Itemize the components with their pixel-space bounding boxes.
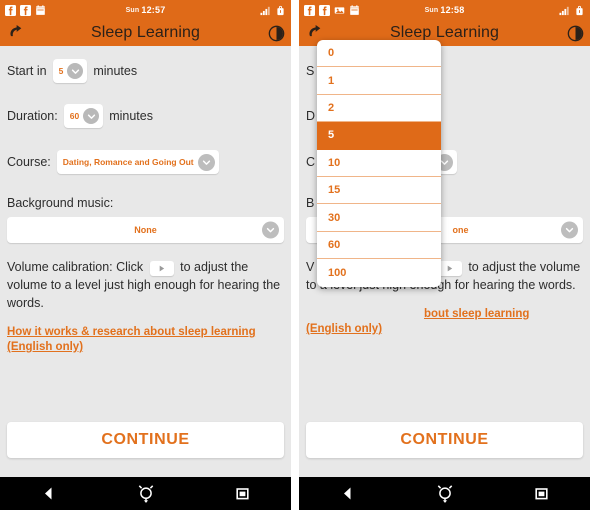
nav-home-icon[interactable] — [97, 484, 194, 503]
start-in-unit: minutes — [93, 64, 138, 78]
background-music-value: one — [452, 225, 469, 235]
dropdown-option[interactable]: 10 — [317, 150, 441, 177]
volume-calibration-text: Volume calibration: Click to adjust the … — [7, 258, 284, 312]
panel-divider — [291, 0, 299, 510]
nav-recents-icon[interactable] — [194, 486, 291, 501]
phone-screen-right: Sun 12:58 Sleep Learning S D C B one V t… — [299, 0, 590, 510]
settings-form: Start in 5 minutes Duration: 60 minutes … — [0, 59, 291, 458]
android-nav-bar — [299, 477, 590, 510]
chevron-down-icon[interactable] — [67, 63, 84, 79]
status-bar-right-icons — [559, 0, 585, 20]
course-value: Dating, Romance and Going Out — [62, 157, 194, 167]
status-bar-day: Sun — [424, 6, 439, 14]
chevron-down-icon[interactable] — [561, 221, 578, 239]
phone-screen-left: Sun 12:57 Sleep Learning Start in 5 minu… — [0, 0, 291, 510]
status-bar: Sun 12:58 — [299, 0, 590, 20]
chevron-down-icon[interactable] — [262, 221, 279, 239]
dropdown-option[interactable]: 15 — [317, 177, 441, 205]
info-link-line1: bout sleep learning — [424, 308, 530, 320]
start-in-spinner[interactable]: 5 — [52, 59, 88, 83]
course-label: Course: — [7, 155, 51, 169]
chevron-down-icon[interactable] — [197, 153, 215, 171]
duration-unit: minutes — [109, 109, 153, 123]
nav-back-icon[interactable] — [0, 486, 97, 501]
dropdown-option[interactable]: 1 — [317, 67, 441, 95]
battery-icon — [574, 5, 585, 16]
dropdown-option[interactable]: 0 — [317, 40, 441, 68]
sleep-learning-info-link[interactable]: How it works & research about sleep lear… — [7, 325, 284, 355]
status-bar-time: 12:58 — [440, 5, 465, 15]
back-arrow-icon[interactable] — [6, 22, 28, 44]
signal-icon — [559, 5, 570, 16]
play-icon[interactable] — [437, 261, 462, 276]
course-label: C — [306, 155, 316, 169]
android-nav-bar — [0, 477, 291, 510]
play-icon[interactable] — [149, 261, 174, 276]
dropdown-option[interactable]: 2 — [317, 95, 441, 123]
duration-label: Duration: — [7, 109, 58, 123]
status-bar-day: Sun — [125, 6, 140, 14]
background-music-label: Background music: — [7, 196, 114, 210]
calibration-text-part1: Volume calibration: Click — [7, 260, 144, 274]
info-link-line1: How it works & research about sleep lear… — [7, 326, 256, 338]
status-bar-clock: Sun 12:58 — [299, 0, 590, 20]
start-in-dropdown-menu[interactable]: 0 1 2 5 10 15 30 60 100 — [317, 40, 441, 287]
nav-home-icon[interactable] — [396, 484, 493, 503]
sleep-learning-info-link[interactable]: bout sleep learning (English only) — [306, 307, 583, 337]
dropdown-option[interactable]: 60 — [317, 232, 441, 260]
start-in-label: Start in — [7, 64, 47, 78]
continue-button[interactable]: CONTINUE — [7, 422, 284, 458]
nav-recents-icon[interactable] — [493, 486, 590, 501]
course-row: Course: Dating, Romance and Going Out — [7, 150, 284, 174]
continue-button-wrap: CONTINUE — [306, 422, 583, 458]
status-bar: Sun 12:57 — [0, 0, 291, 20]
signal-icon — [260, 5, 271, 16]
dropdown-option-selected[interactable]: 5 — [317, 122, 441, 150]
start-in-row: Start in 5 minutes — [7, 59, 284, 83]
course-select[interactable]: Dating, Romance and Going Out — [56, 150, 219, 174]
duration-spinner[interactable]: 60 — [63, 104, 104, 128]
info-link-line2: (English only) — [7, 341, 84, 353]
background-music-value: None — [134, 225, 157, 235]
continue-button-wrap: CONTINUE — [7, 422, 284, 458]
battery-icon — [275, 5, 286, 16]
contrast-icon[interactable] — [567, 20, 584, 46]
status-bar-time: 12:57 — [141, 5, 166, 15]
duration-value: 60 — [69, 111, 80, 121]
app-toolbar: Sleep Learning — [0, 20, 291, 46]
info-link-line2: (English only) — [306, 323, 383, 335]
contrast-icon[interactable] — [268, 20, 285, 46]
dropdown-option[interactable]: 30 — [317, 204, 441, 232]
nav-back-icon[interactable] — [299, 486, 396, 501]
dropdown-option[interactable]: 100 — [317, 259, 441, 286]
duration-label: D — [306, 109, 316, 123]
status-bar-right-icons — [260, 0, 286, 20]
background-music-select[interactable]: None — [7, 217, 284, 243]
continue-button[interactable]: CONTINUE — [306, 422, 583, 458]
duration-row: Duration: 60 minutes — [7, 104, 284, 128]
start-in-label: S — [306, 64, 315, 78]
screenshot-stage: Sun 12:57 Sleep Learning Start in 5 minu… — [0, 0, 590, 510]
chevron-down-icon[interactable] — [83, 108, 100, 124]
status-bar-clock: Sun 12:57 — [0, 0, 291, 20]
calibration-text-part1: V — [306, 260, 315, 274]
page-title: Sleep Learning — [90, 24, 201, 41]
start-in-value: 5 — [58, 66, 64, 76]
